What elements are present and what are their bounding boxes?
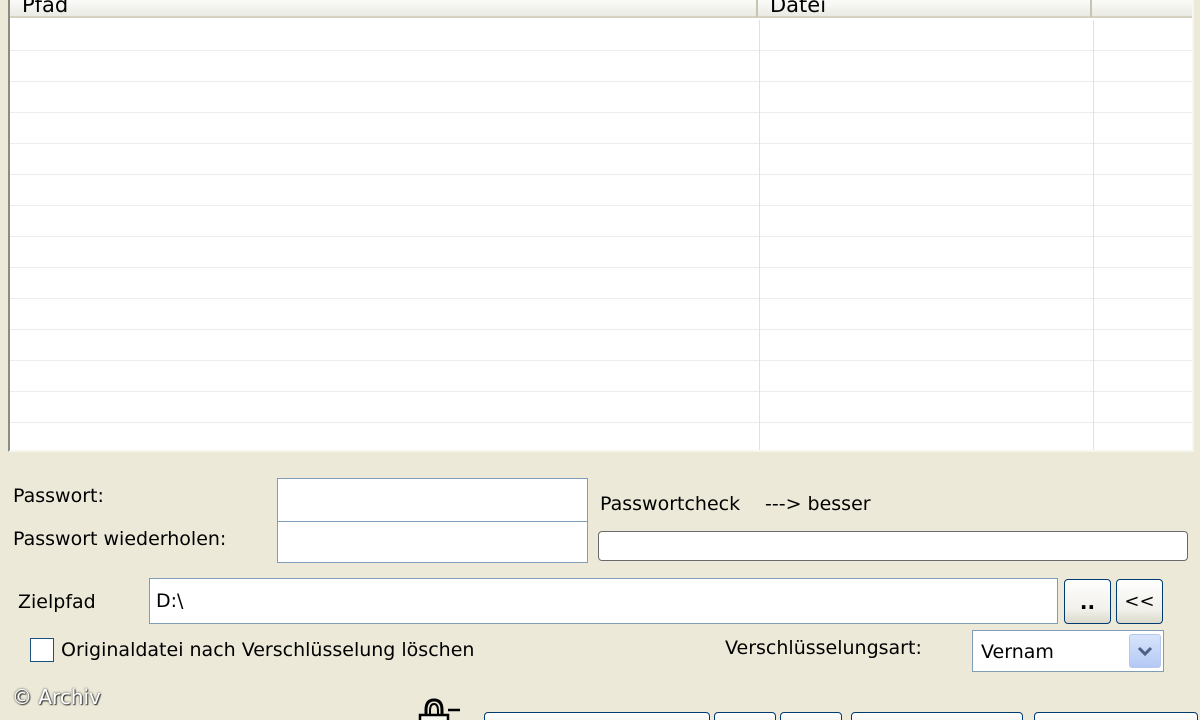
column-header-pfad[interactable]: Pfad	[10, 0, 758, 17]
back-button[interactable]: <<	[1116, 579, 1163, 624]
toolbar-button[interactable]	[851, 712, 1023, 720]
encryption-type-label: Verschlüsselungsart:	[725, 637, 922, 659]
column-divider	[1093, 20, 1094, 450]
toolbar-button[interactable]	[1034, 712, 1198, 720]
password-label: Passwort:	[13, 485, 104, 507]
file-list-header: Pfad Datei	[10, 0, 1192, 18]
password-repeat-input[interactable]	[277, 521, 588, 563]
column-header-datei[interactable]: Datei	[758, 0, 1092, 17]
password-check-label: Passwortcheck	[600, 493, 741, 515]
column-header-extra[interactable]	[1092, 0, 1192, 17]
lock-icon	[416, 696, 466, 720]
archive-watermark: © Archiv	[12, 685, 101, 709]
toolbar-button[interactable]	[780, 712, 842, 720]
column-divider	[759, 20, 760, 450]
file-list-rows	[10, 20, 1192, 450]
browse-button[interactable]: ..	[1064, 579, 1111, 624]
toolbar-button[interactable]	[714, 712, 776, 720]
password-repeat-label: Passwort wiederholen:	[13, 528, 227, 550]
password-strength-bar	[598, 531, 1188, 561]
delete-original-label[interactable]: Originaldatei nach Verschlüsselung lösch…	[61, 638, 474, 662]
password-check-hint: ---> besser	[765, 493, 871, 515]
encryption-type-value: Vernam	[981, 641, 1054, 663]
chevron-down-icon[interactable]	[1129, 634, 1161, 668]
file-list[interactable]: Pfad Datei	[8, 0, 1194, 452]
target-path-label: Zielpfad	[18, 591, 96, 613]
password-input[interactable]	[277, 478, 588, 522]
delete-original-checkbox[interactable]	[30, 638, 54, 662]
encryption-type-select[interactable]: Vernam	[972, 630, 1164, 672]
toolbar-button[interactable]	[484, 712, 710, 720]
target-path-input[interactable]	[149, 578, 1058, 624]
